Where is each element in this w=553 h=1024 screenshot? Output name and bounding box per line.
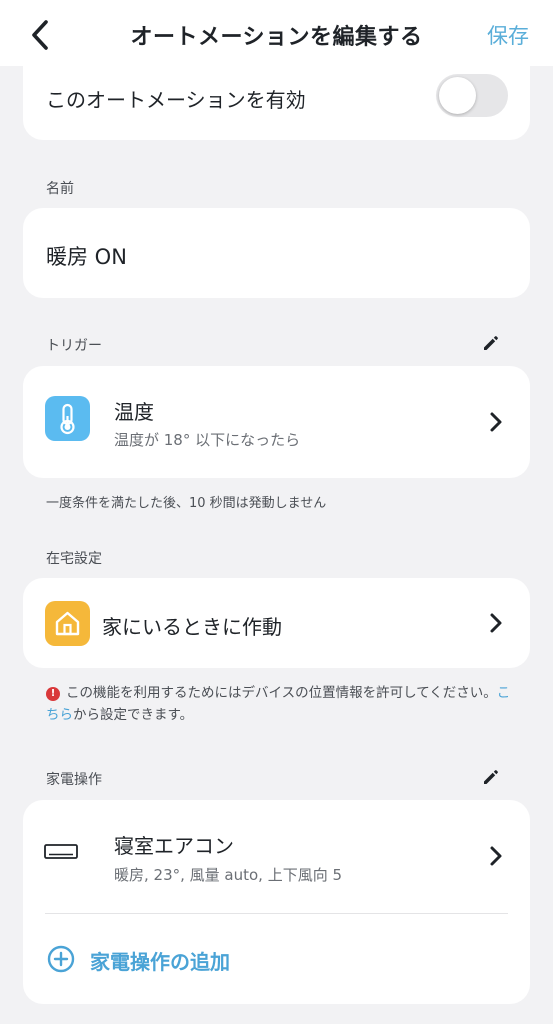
add-device-action-button[interactable]: 家電操作の追加 — [23, 914, 530, 1004]
enable-automation-label: このオートメーションを有効 — [46, 88, 306, 112]
trigger-card[interactable]: 温度 温度が 18° 以下になったら — [23, 366, 530, 478]
save-button[interactable]: 保存 — [487, 20, 529, 50]
pencil-icon — [484, 336, 498, 350]
enable-automation-toggle[interactable] — [436, 74, 508, 117]
page-title: オートメーションを編集する — [130, 25, 423, 50]
device-section-label: 家電操作 — [46, 772, 102, 788]
chevron-right-icon — [489, 411, 503, 433]
warning-icon: ! — [46, 687, 60, 701]
automation-name-field[interactable]: 暖房 ON — [46, 241, 127, 271]
home-icon — [45, 601, 90, 646]
trigger-section-label: トリガー — [46, 338, 102, 354]
toggle-knob — [439, 77, 476, 114]
device-title: 寝室エアコン — [114, 834, 234, 858]
edit-device-actions-button[interactable] — [481, 767, 501, 787]
device-subtitle: 暖房, 23°, 風量 auto, 上下風向 5 — [114, 866, 343, 884]
edit-trigger-button[interactable] — [481, 333, 501, 353]
thermometer-icon — [45, 396, 90, 441]
pencil-icon — [484, 770, 498, 784]
plus-circle-icon — [47, 945, 75, 973]
trigger-title: 温度 — [114, 400, 154, 424]
top-nav-bar: オートメーションを編集する 保存 — [0, 0, 553, 66]
device-action-row[interactable]: 寝室エアコン 暖房, 23°, 風量 auto, 上下風向 5 — [23, 800, 530, 913]
home-section-label: 在宅設定 — [46, 551, 102, 567]
name-section-label: 名前 — [46, 181, 74, 197]
home-setting-title: 家にいるときに作動 — [102, 615, 282, 639]
name-card[interactable]: 暖房 ON — [23, 208, 530, 298]
home-setting-card[interactable]: 家にいるときに作動 — [23, 578, 530, 668]
trigger-subtitle: 温度が 18° 以下になったら — [114, 431, 301, 449]
trigger-cooldown-note: 一度条件を満たした後、10 秒間は発動しません — [46, 496, 327, 511]
add-device-action-label: 家電操作の追加 — [90, 950, 230, 974]
warning-text-suffix: から設定できます。 — [73, 707, 194, 723]
chevron-right-icon — [489, 845, 503, 867]
warning-text: この機能を利用するためにはデバイスの位置情報を許可してください。 — [66, 685, 497, 701]
chevron-right-icon — [489, 612, 503, 634]
location-permission-warning: ! この機能を利用するためにはデバイスの位置情報を許可してください。こちらから設定… — [46, 682, 516, 726]
air-conditioner-icon — [44, 844, 78, 860]
device-action-card: 寝室エアコン 暖房, 23°, 風量 auto, 上下風向 5 家電操作の追加 — [23, 800, 530, 1004]
